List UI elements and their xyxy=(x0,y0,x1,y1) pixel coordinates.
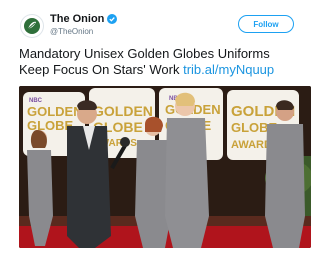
tweet-text-line1: Mandatory Unisex Golden Globes Uniforms xyxy=(19,46,270,61)
display-name[interactable]: The Onion xyxy=(50,13,104,25)
tweet-media-image[interactable]: GOLDEN GLOBE GOLDEN GLOBE AWARDS GOLDEN … xyxy=(19,86,311,248)
svg-text:GOLDEN: GOLDEN xyxy=(27,104,83,119)
tweet-card: The Onion @TheOnion Follow Mandatory Uni… xyxy=(0,0,330,256)
onion-logo-icon xyxy=(24,18,40,34)
tweet-text: Mandatory Unisex Golden Globes Uniforms … xyxy=(19,46,319,78)
svg-text:GOLDEN: GOLDEN xyxy=(93,103,153,119)
red-carpet-photo: GOLDEN GLOBE GOLDEN GLOBE AWARDS GOLDEN … xyxy=(19,86,311,248)
verified-badge-icon xyxy=(107,14,118,24)
tweet-text-line2: Keep Focus On Stars' Work xyxy=(19,62,180,77)
svg-text:NBC: NBC xyxy=(29,98,43,104)
follow-button[interactable]: Follow xyxy=(238,15,294,33)
tweet-link[interactable]: trib.al/myNquup xyxy=(183,62,274,77)
avatar[interactable] xyxy=(20,14,44,38)
author-name-row: The Onion xyxy=(50,13,118,25)
svg-text:GLOBE: GLOBE xyxy=(27,118,74,133)
account-handle[interactable]: @TheOnion xyxy=(50,27,93,36)
